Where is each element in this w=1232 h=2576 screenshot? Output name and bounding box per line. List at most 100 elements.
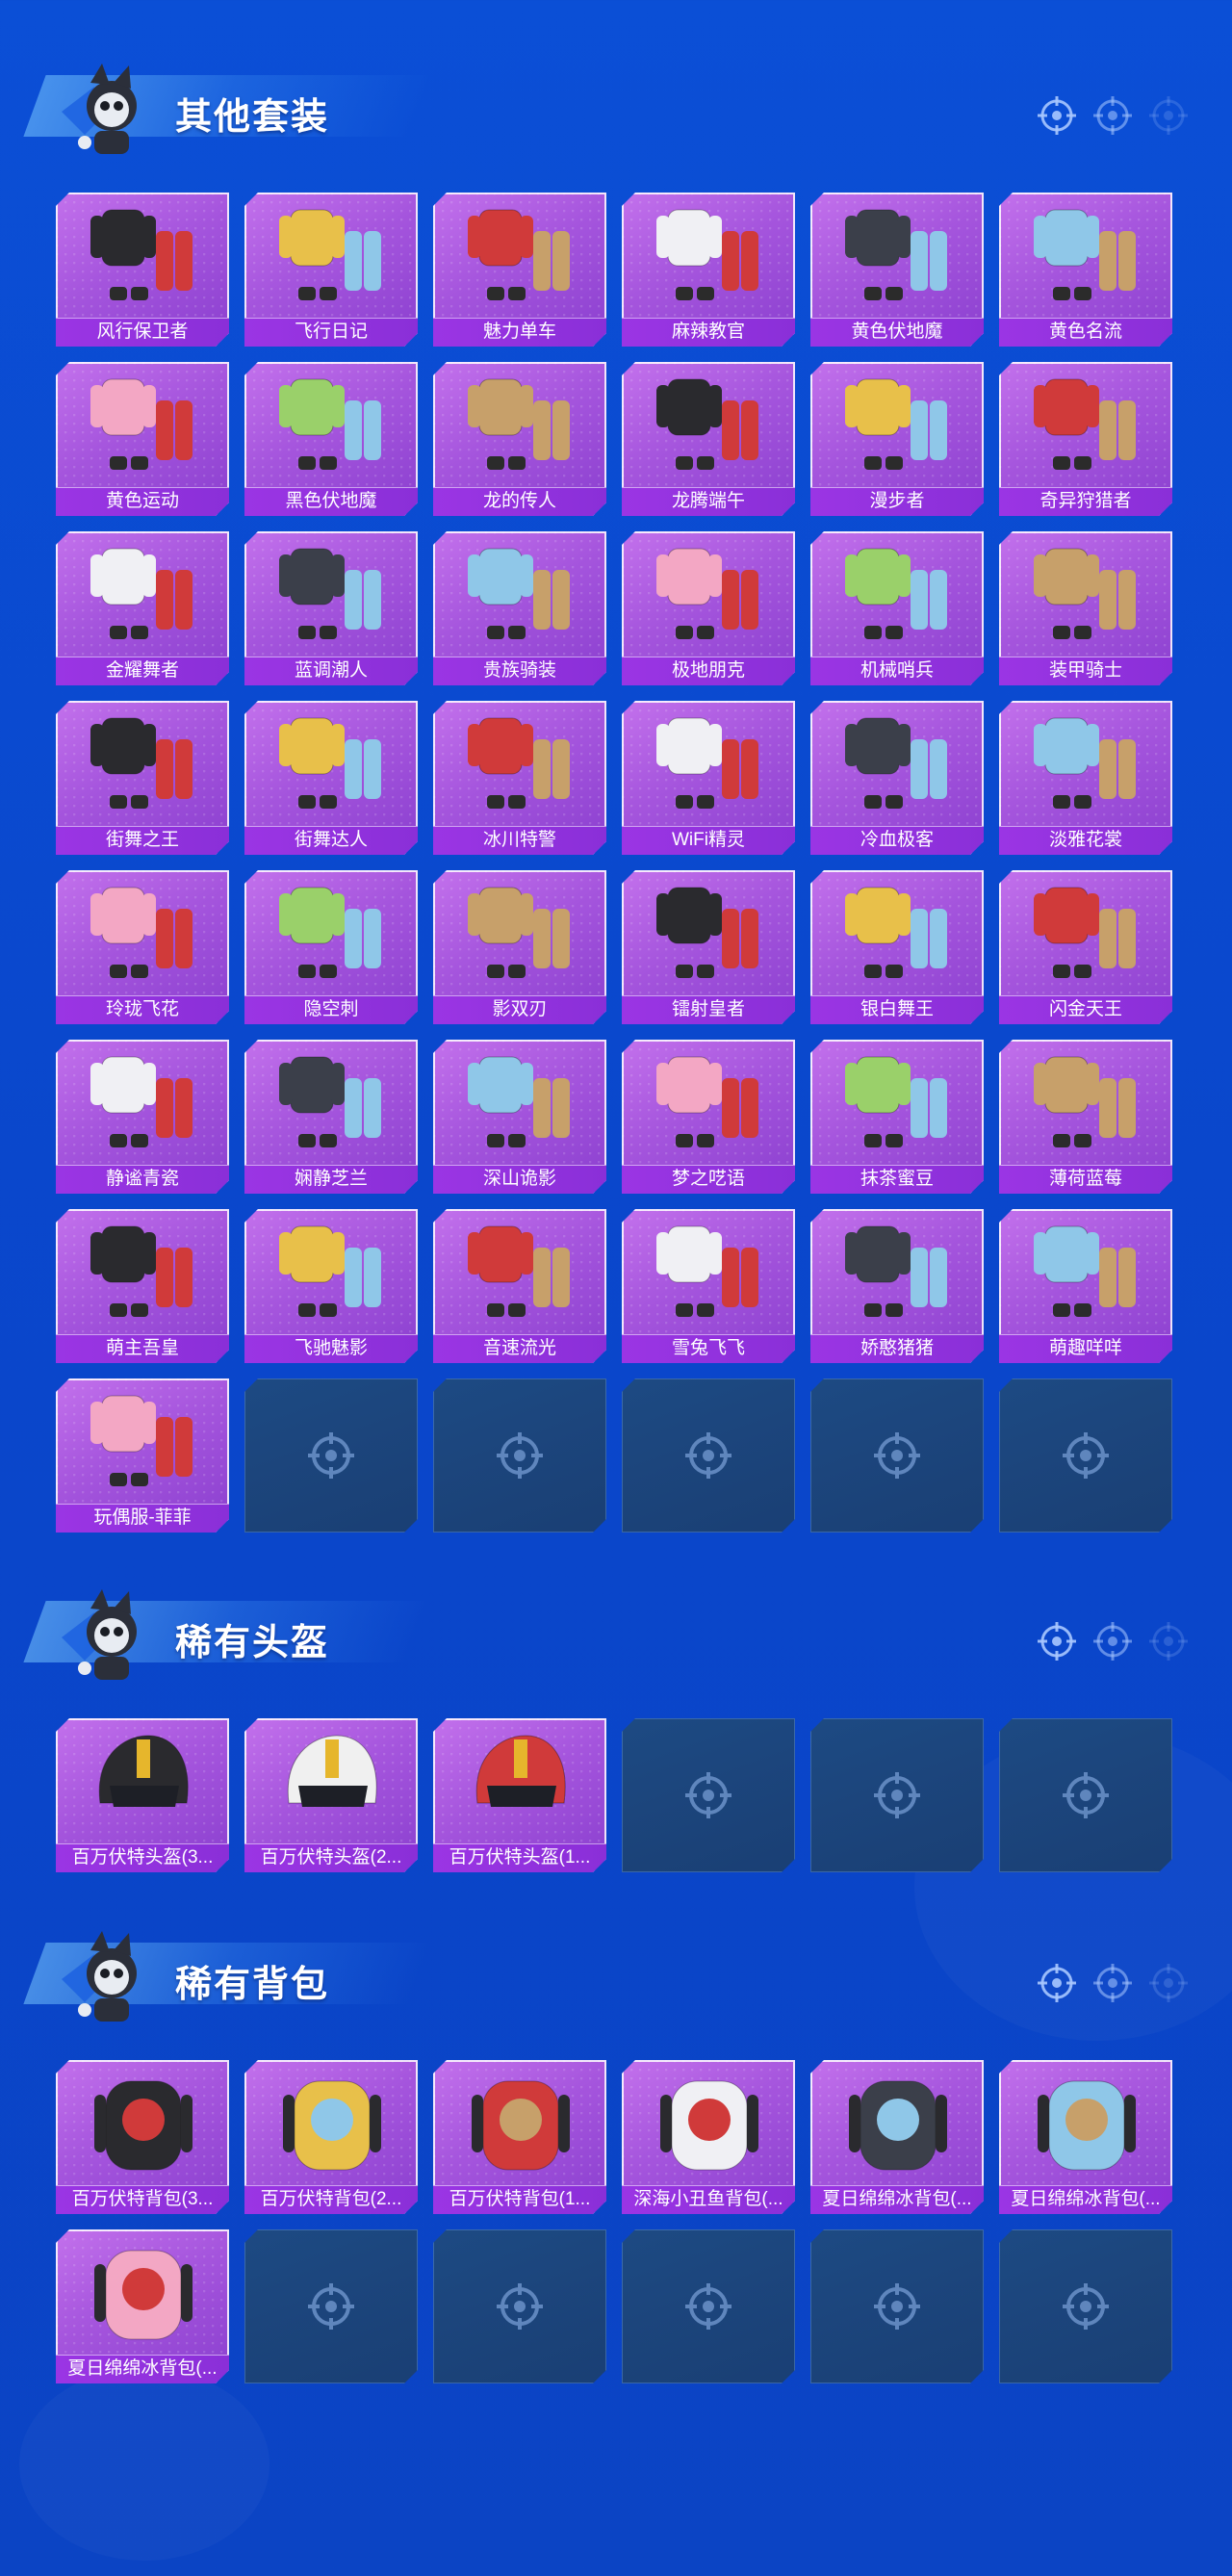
- item-card[interactable]: 淡雅花裳: [999, 701, 1172, 855]
- item-card[interactable]: 黄色伏地魔: [810, 193, 984, 347]
- item-card[interactable]: 龙腾端午: [622, 362, 795, 516]
- item-name: 影双刃: [433, 995, 606, 1024]
- item-card[interactable]: 百万伏特背包(3...: [56, 2060, 229, 2214]
- section-header: 稀有背包: [0, 1925, 1232, 2031]
- item-card[interactable]: 夏日绵绵冰背包(...: [999, 2060, 1172, 2214]
- item-card[interactable]: 贵族骑装: [433, 531, 606, 685]
- item-card[interactable]: 冰川特警: [433, 701, 606, 855]
- item-name: 百万伏特头盔(2...: [244, 1843, 418, 1872]
- item-name: 黑色伏地魔: [244, 487, 418, 516]
- item-name: 麻辣教官: [622, 318, 795, 347]
- item-name: 风行保卫者: [56, 318, 229, 347]
- item-card[interactable]: 百万伏特头盔(3...: [56, 1718, 229, 1872]
- crosshair-icon: [1059, 2280, 1113, 2333]
- crosshair-icon: [1093, 1964, 1132, 2002]
- item-card[interactable]: 飞行日记: [244, 193, 418, 347]
- item-name: 音速流光: [433, 1334, 606, 1363]
- outfit-thumbnail: [810, 701, 984, 826]
- item-card[interactable]: 夏日绵绵冰背包(...: [810, 2060, 984, 2214]
- item-card[interactable]: 百万伏特背包(1...: [433, 2060, 606, 2214]
- crosshair-icon: [870, 1768, 924, 1822]
- item-card[interactable]: 机械哨兵: [810, 531, 984, 685]
- item-card[interactable]: 夏日绵绵冰背包(...: [56, 2229, 229, 2383]
- item-card[interactable]: 萌主吾皇: [56, 1209, 229, 1363]
- item-name: 夏日绵绵冰背包(...: [810, 2185, 984, 2214]
- item-card[interactable]: 音速流光: [433, 1209, 606, 1363]
- empty-slot: [244, 2229, 418, 2383]
- item-card[interactable]: 闪金天王: [999, 870, 1172, 1024]
- item-card[interactable]: 萌趣咩咩: [999, 1209, 1172, 1363]
- item-name: 萌主吾皇: [56, 1334, 229, 1363]
- outfit-thumbnail: [999, 193, 1172, 318]
- crosshair-icon: [1093, 96, 1132, 135]
- item-card[interactable]: 龙的传人: [433, 362, 606, 516]
- item-card[interactable]: 薄荷蓝莓: [999, 1040, 1172, 1194]
- item-card[interactable]: 百万伏特头盔(2...: [244, 1718, 418, 1872]
- item-name: 金耀舞者: [56, 657, 229, 685]
- empty-slot: [622, 2229, 795, 2383]
- outfit-thumbnail: [56, 362, 229, 487]
- item-name: 梦之呓语: [622, 1165, 795, 1194]
- outfit-thumbnail: [244, 1209, 418, 1334]
- item-name: 街舞之王: [56, 826, 229, 855]
- outfit-thumbnail: [999, 701, 1172, 826]
- item-card[interactable]: 漫步者: [810, 362, 984, 516]
- outfit-thumbnail: [56, 1040, 229, 1165]
- crosshair-icon: [870, 2280, 924, 2333]
- item-card[interactable]: 静谧青瓷: [56, 1040, 229, 1194]
- item-card[interactable]: 黑色伏地魔: [244, 362, 418, 516]
- outfit-thumbnail: [433, 1209, 606, 1334]
- item-card[interactable]: 百万伏特头盔(1...: [433, 1718, 606, 1872]
- outfit-thumbnail: [999, 531, 1172, 657]
- item-card[interactable]: 梦之呓语: [622, 1040, 795, 1194]
- item-card[interactable]: 蓝调潮人: [244, 531, 418, 685]
- item-name: 深海小丑鱼背包(...: [622, 2185, 795, 2214]
- outfit-thumbnail: [433, 870, 606, 995]
- crosshair-icon: [304, 1429, 358, 1482]
- item-card[interactable]: 隐空刺: [244, 870, 418, 1024]
- item-card[interactable]: 麻辣教官: [622, 193, 795, 347]
- outfit-thumbnail: [999, 870, 1172, 995]
- item-card[interactable]: 极地朋克: [622, 531, 795, 685]
- outfit-thumbnail: [622, 1040, 795, 1165]
- backpack-thumbnail: [56, 2060, 229, 2185]
- item-name: 龙的传人: [433, 487, 606, 516]
- empty-slot: [810, 2229, 984, 2383]
- item-name: 雪兔飞飞: [622, 1334, 795, 1363]
- crosshair-icon: [1149, 1964, 1188, 2002]
- empty-slot: [810, 1378, 984, 1533]
- item-card[interactable]: 玩偶服-菲菲: [56, 1378, 229, 1533]
- item-card[interactable]: 雪兔飞飞: [622, 1209, 795, 1363]
- item-name: 淡雅花裳: [999, 826, 1172, 855]
- item-card[interactable]: 深山诡影: [433, 1040, 606, 1194]
- item-card[interactable]: 街舞之王: [56, 701, 229, 855]
- item-card[interactable]: 银白舞王: [810, 870, 984, 1024]
- item-card[interactable]: 风行保卫者: [56, 193, 229, 347]
- outfit-thumbnail: [433, 531, 606, 657]
- item-card[interactable]: 金耀舞者: [56, 531, 229, 685]
- item-card[interactable]: 装甲骑士: [999, 531, 1172, 685]
- item-card[interactable]: 黄色名流: [999, 193, 1172, 347]
- item-card[interactable]: 飞驰魅影: [244, 1209, 418, 1363]
- item-card[interactable]: 百万伏特背包(2...: [244, 2060, 418, 2214]
- item-card[interactable]: 玲珑飞花: [56, 870, 229, 1024]
- outfit-thumbnail: [622, 870, 795, 995]
- item-card[interactable]: WiFi精灵: [622, 701, 795, 855]
- item-card[interactable]: 深海小丑鱼背包(...: [622, 2060, 795, 2214]
- item-name: 飞驰魅影: [244, 1334, 418, 1363]
- item-card[interactable]: 魅力单车: [433, 193, 606, 347]
- item-card[interactable]: 黄色运动: [56, 362, 229, 516]
- item-name: 银白舞王: [810, 995, 984, 1024]
- item-card[interactable]: 街舞达人: [244, 701, 418, 855]
- outfit-thumbnail: [433, 193, 606, 318]
- item-card[interactable]: 娇憨猪猪: [810, 1209, 984, 1363]
- item-card[interactable]: 冷血极客: [810, 701, 984, 855]
- item-card[interactable]: 影双刃: [433, 870, 606, 1024]
- item-card[interactable]: 娴静芝兰: [244, 1040, 418, 1194]
- item-card[interactable]: 奇异狩猎者: [999, 362, 1172, 516]
- item-card[interactable]: 镭射皇者: [622, 870, 795, 1024]
- item-card[interactable]: 抹茶蜜豆: [810, 1040, 984, 1194]
- backpack-thumbnail: [244, 2060, 418, 2185]
- item-name: WiFi精灵: [622, 826, 795, 855]
- header-decor-icons: [1036, 94, 1190, 137]
